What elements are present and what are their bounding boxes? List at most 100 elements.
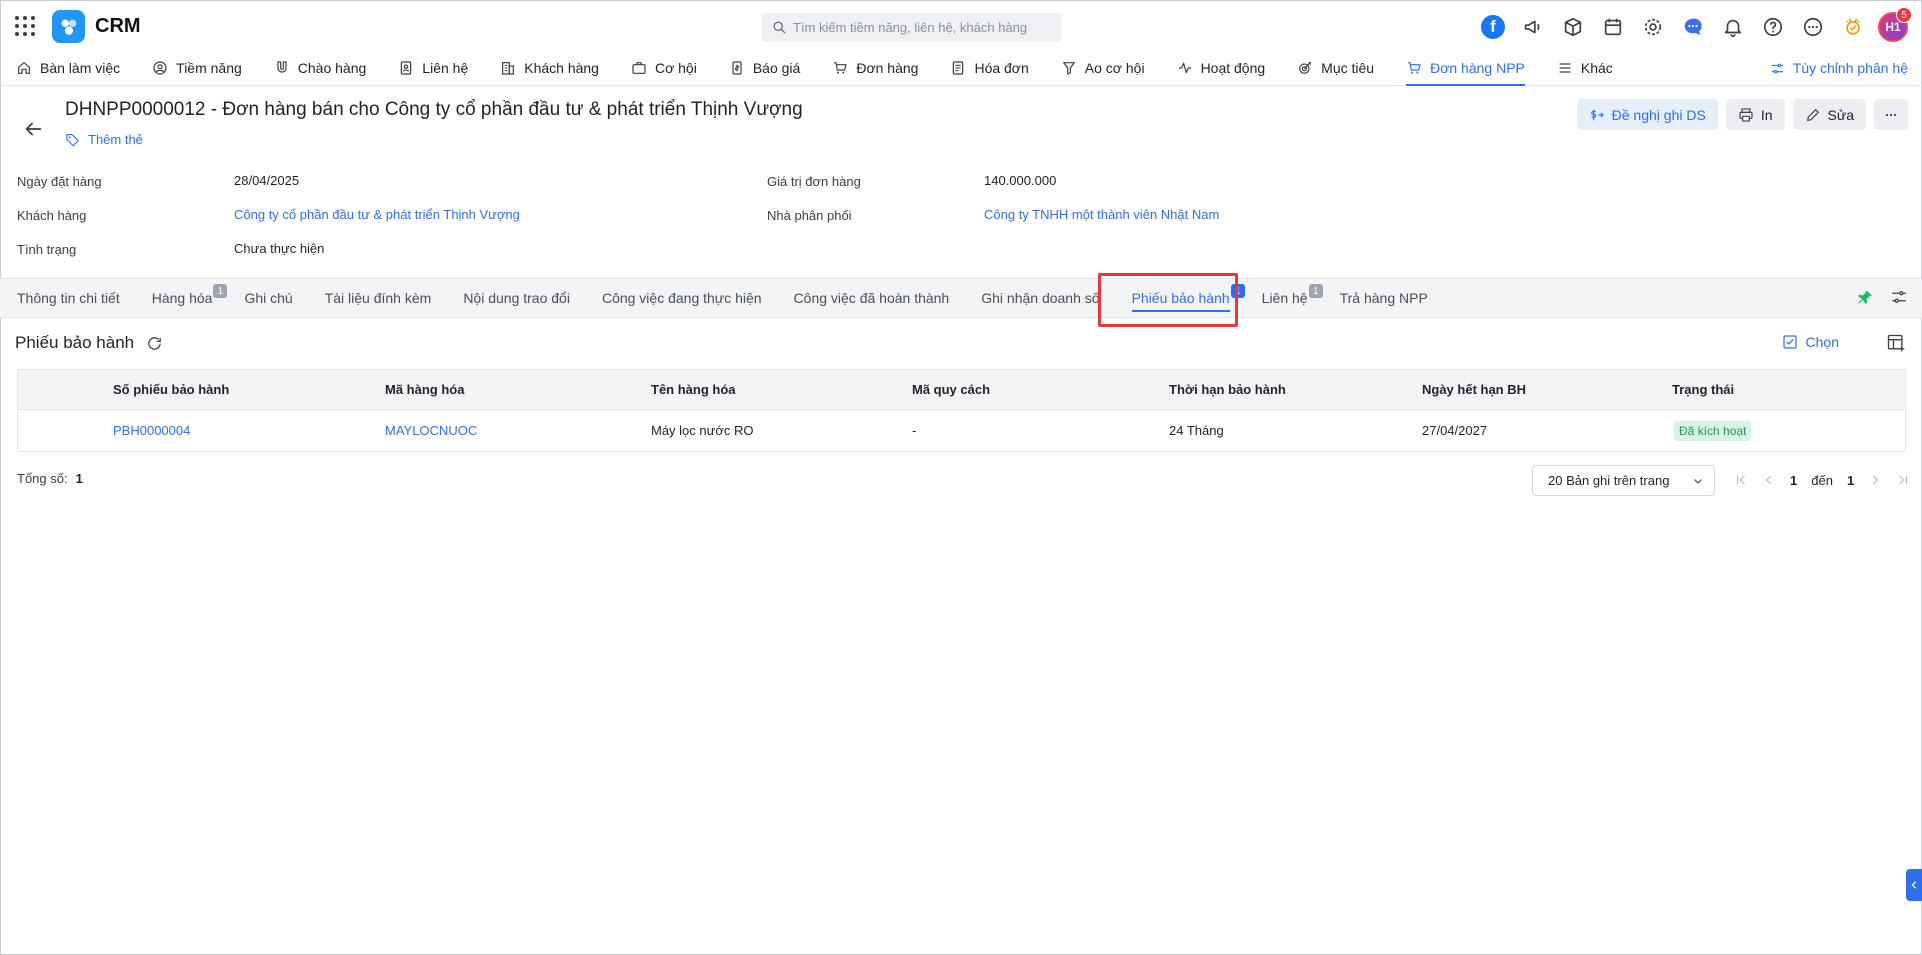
total-value: 1 — [75, 471, 83, 486]
prev-page-button[interactable] — [1762, 473, 1776, 487]
facebook-icon: f — [1481, 15, 1505, 39]
col-header-warranty-no[interactable]: Số phiếu bảo hành — [113, 370, 229, 409]
edit-button[interactable]: Sửa — [1792, 99, 1866, 130]
product-code-link[interactable]: MAYLOCNUOC — [385, 410, 477, 451]
choose-button[interactable]: Chọn — [1782, 334, 1839, 350]
cart-dist-icon — [1408, 61, 1421, 74]
col-header-product-code[interactable]: Mã hàng hóa — [385, 370, 464, 409]
top-bar: CRM f H1 5 — [0, 0, 1922, 50]
calendar-icon — [1604, 18, 1622, 36]
col-header-expiry-date[interactable]: Ngày hết hạn BH — [1422, 370, 1526, 409]
page-size-select[interactable]: 20 Bản ghi trên trang — [1532, 465, 1715, 496]
nav-item-leads[interactable]: Tiềm năng — [152, 50, 242, 86]
customer-link[interactable]: Công ty cổ phần đầu tư & phát triển Thịn… — [234, 207, 520, 222]
nav-label: Hoạt động — [1200, 59, 1266, 76]
tab-label: Công việc đang thực hiện — [601, 290, 762, 306]
refresh-icon[interactable] — [146, 335, 163, 352]
help-button[interactable] — [1758, 12, 1788, 42]
tab-label: Ghi nhận doanh số — [981, 290, 1100, 306]
nav-item-distributor-orders[interactable]: Đơn hàng NPP — [1406, 50, 1525, 86]
tab-revenue-record[interactable]: Ghi nhận doanh số — [981, 278, 1099, 318]
suggest-revenue-button[interactable]: Đề nghị ghi DS — [1576, 99, 1718, 130]
more-actions-button[interactable] — [1874, 99, 1908, 130]
nav-label: Đơn hàng — [856, 59, 919, 76]
crm-logo[interactable] — [52, 10, 85, 43]
print-button[interactable]: In — [1725, 99, 1785, 130]
edit-label: Sửa — [1827, 106, 1855, 123]
status-value: Chưa thực hiện — [234, 241, 325, 256]
tab-label: Ghi chú — [244, 290, 293, 306]
section-title: Phiếu bảo hành — [15, 333, 163, 353]
tab-settings-icon[interactable] — [1890, 288, 1908, 306]
nav-item-opportunity-pool[interactable]: Ao cơ hội — [1061, 50, 1145, 86]
tab-discussion[interactable]: Nội dung trao đổi — [463, 278, 570, 318]
customize-modules-button[interactable]: Tùy chỉnh phân hệ — [1770, 50, 1908, 86]
more-apps-button[interactable] — [1798, 12, 1828, 42]
table-row[interactable]: PBH0000004 MAYLOCNUOC Máy lọc nước RO - … — [18, 410, 1905, 451]
col-header-spec-code[interactable]: Mã quy cách — [912, 370, 990, 409]
tab-contacts[interactable]: Liên hệ 1 — [1262, 278, 1323, 318]
add-tag-button[interactable]: Thêm thẻ — [65, 132, 143, 147]
reward-button[interactable] — [1838, 12, 1868, 42]
notification-button[interactable] — [1718, 12, 1748, 42]
nav-item-opportunities[interactable]: Cơ hội — [631, 50, 697, 86]
tab-label: Thông tin chi tiết — [17, 290, 120, 306]
nav-item-more[interactable]: Khác — [1557, 50, 1613, 86]
user-menu[interactable]: H1 5 — [1878, 7, 1912, 42]
nav-item-dashboard[interactable]: Bàn làm việc — [16, 50, 120, 86]
nav-item-offers[interactable]: Chào hàng — [274, 50, 366, 86]
distributor-label: Nhà phân phối — [767, 208, 852, 223]
product-box-button[interactable] — [1558, 12, 1588, 42]
col-header-product-name[interactable]: Tên hàng hóa — [651, 370, 736, 409]
next-page-button[interactable] — [1868, 473, 1882, 487]
tab-label: Nội dung trao đổi — [463, 290, 570, 306]
facebook-button[interactable]: f — [1478, 12, 1508, 42]
pagination: 1 đến 1 — [1734, 470, 1910, 490]
tab-products[interactable]: Hàng hóa 1 — [152, 278, 228, 318]
nav-item-orders[interactable]: Đơn hàng — [832, 50, 918, 86]
add-tag-label: Thêm thẻ — [88, 132, 143, 147]
tab-details[interactable]: Thông tin chi tiết — [17, 278, 120, 318]
page-to: 1 — [1846, 472, 1855, 488]
megaphone-button[interactable] — [1518, 12, 1548, 42]
nav-item-activities[interactable]: Hoạt động — [1177, 50, 1266, 86]
tab-warranty[interactable]: Phiếu bảo hành 1 — [1131, 278, 1245, 318]
chat-button[interactable] — [1678, 12, 1708, 42]
pin-icon[interactable] — [1856, 288, 1874, 306]
col-header-status[interactable]: Trạng thái — [1672, 370, 1734, 409]
tab-count-badge: 1 — [1308, 284, 1323, 298]
tab-tools — [1840, 288, 1908, 306]
settings-button[interactable] — [1638, 12, 1668, 42]
pencil-icon — [1806, 108, 1819, 121]
customize-label: Tùy chỉnh phân hệ — [1792, 60, 1908, 76]
nav-item-customers[interactable]: Khách hàng — [500, 50, 599, 86]
app-launcher-icon[interactable] — [15, 16, 35, 36]
global-search[interactable] — [762, 13, 1061, 42]
nav-item-goals[interactable]: Mục tiêu — [1297, 50, 1374, 86]
col-header-warranty-term[interactable]: Thời hạn bảo hành — [1169, 370, 1286, 409]
calendar-button[interactable] — [1598, 12, 1628, 42]
search-icon — [773, 21, 786, 34]
tab-tasks-in-progress[interactable]: Công việc đang thực hiện — [602, 278, 762, 318]
back-arrow-icon[interactable] — [22, 118, 44, 140]
nav-label: Liên hệ — [422, 59, 469, 76]
tab-attachments[interactable]: Tài liệu đính kèm — [325, 278, 432, 318]
quote-icon — [732, 60, 742, 75]
first-page-button[interactable] — [1734, 473, 1748, 487]
nav-item-quotes[interactable]: Báo giá — [729, 50, 800, 86]
tab-notes[interactable]: Ghi chú — [244, 278, 292, 318]
side-panel-toggle[interactable] — [1906, 869, 1922, 901]
search-input[interactable] — [793, 20, 1043, 35]
warranty-number-link[interactable]: PBH0000004 — [113, 410, 190, 451]
nav-item-invoices[interactable]: Hóa đơn — [950, 50, 1029, 86]
total-label: Tổng số: — [17, 471, 68, 486]
tab-tasks-completed[interactable]: Công việc đã hoàn thành — [794, 278, 950, 318]
record-tabs: Thông tin chi tiết Hàng hóa 1 Ghi chú Tài… — [0, 278, 1922, 318]
nav-item-contacts[interactable]: Liên hệ — [398, 50, 468, 86]
column-settings-icon[interactable] — [1886, 333, 1906, 353]
warranty-table: Số phiếu bảo hành Mã hàng hóa Tên hàng h… — [17, 369, 1906, 452]
nav-label: Hóa đơn — [974, 59, 1029, 76]
distributor-link[interactable]: Công ty TNHH một thành viên Nhật Nam — [984, 207, 1219, 222]
last-page-button[interactable] — [1896, 473, 1910, 487]
tab-distributor-returns[interactable]: Trả hàng NPP — [1340, 278, 1428, 318]
